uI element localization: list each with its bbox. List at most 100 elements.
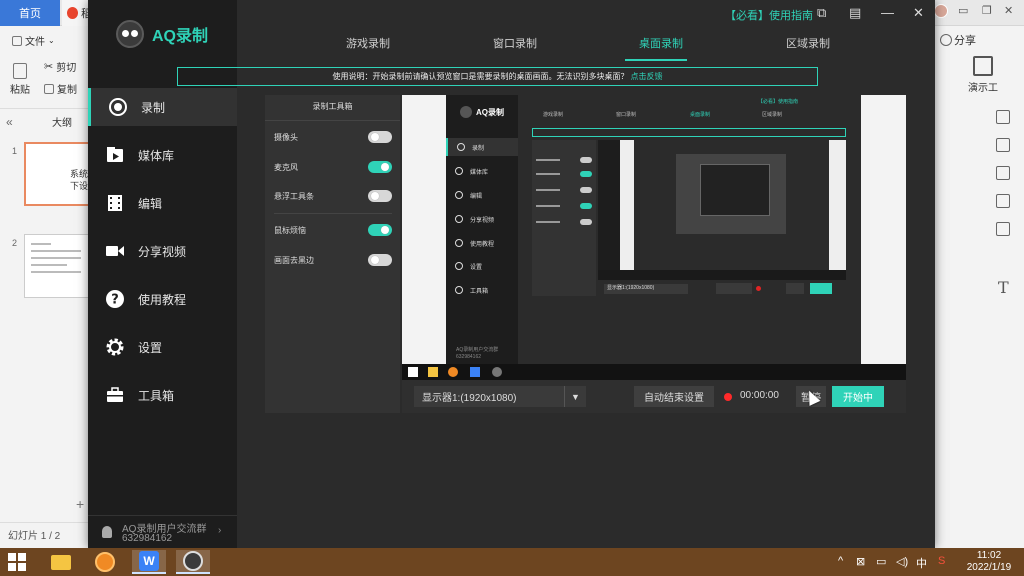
avatar[interactable]: [934, 4, 948, 18]
notice-text: 使用说明：开始录制前请确认预览窗口是需要录制的桌面画面。无法识别多块桌面？: [332, 72, 629, 81]
recording-indicator: [724, 393, 732, 401]
slide-thumbnail[interactable]: [24, 234, 94, 298]
preview-sidebar: AQ录制 录制 媒体库 编辑 分享视频 使用教程 设置 工具箱 AQ录制用户交流…: [446, 95, 518, 364]
penguin-icon: [102, 526, 112, 538]
cut-button[interactable]: ✂ 剪切: [44, 59, 76, 74]
share-button[interactable]: 分享: [940, 32, 976, 48]
toggle-row-floating-toolbar: 悬浮工具条: [274, 189, 392, 203]
auto-end-settings-button[interactable]: 自动结束设置: [634, 386, 714, 407]
aq-logo: AQ录制: [116, 20, 208, 48]
chevron-right-icon: ›: [218, 525, 222, 536]
slide-status: 幻灯片 1 / 2: [0, 522, 92, 546]
clipboard-icon: [13, 63, 27, 79]
edit-film-icon: [105, 193, 125, 213]
volume-icon[interactable]: ◁): [896, 555, 908, 568]
animation-icon[interactable]: [996, 166, 1010, 180]
menu-icon: [12, 35, 22, 46]
tab-desktop-record[interactable]: 桌面录制: [639, 35, 683, 51]
present-icon: [973, 56, 993, 76]
share-icon: [940, 34, 952, 46]
ime-indicator[interactable]: 中: [916, 555, 927, 571]
usage-notice: 使用说明：开始录制前请确认预览窗口是需要录制的桌面画面。无法识别多块桌面？ 点击…: [177, 67, 818, 86]
tile-icon[interactable]: ▭: [958, 4, 968, 17]
gear-icon: [105, 337, 125, 357]
close-icon[interactable]: ✕: [913, 5, 924, 21]
nav-label: 分享视频: [138, 244, 187, 259]
tab-area-record[interactable]: 区域录制: [786, 35, 830, 51]
external-link-icon[interactable]: ⧉: [817, 5, 826, 21]
transform-icon[interactable]: [996, 138, 1010, 152]
camera-toggle[interactable]: [368, 131, 392, 143]
collapse-panel-icon[interactable]: «: [6, 115, 13, 129]
taskbar-clock[interactable]: 11:02 2022/1/19: [960, 550, 1018, 574]
feedback-link[interactable]: 点击反馈: [631, 71, 663, 82]
restore-icon[interactable]: ❐: [982, 4, 992, 17]
active-tab-indicator: [625, 59, 687, 61]
windows-logo-icon: [8, 553, 26, 571]
toggle-label: 画面去黑边: [274, 255, 314, 265]
wps-home-tab[interactable]: 首页: [0, 0, 60, 26]
preview-logo: AQ录制: [460, 106, 504, 118]
video-camera-icon: [105, 241, 125, 261]
record-control-bar: 显示器1:(1920x1080) ▼ 自动结束设置 00:00:00 暂停 开始…: [402, 380, 906, 413]
add-slide-icon[interactable]: +: [76, 496, 84, 512]
nav-item-toolbox[interactable]: 工具箱: [88, 376, 237, 414]
feedback-icon[interactable]: ▤: [849, 5, 861, 21]
display-select[interactable]: 显示器1:(1920x1080) ▼: [414, 386, 586, 407]
recording-timer: 00:00:00: [740, 390, 779, 401]
copy-button[interactable]: 复制: [44, 81, 77, 96]
present-tool-button[interactable]: 演示工: [948, 56, 1018, 94]
tab-game-record[interactable]: 游戏录制: [346, 35, 390, 51]
present-label: 演示工: [968, 83, 998, 94]
toggle-row-mouse-effect: 鼠标烦恼: [274, 223, 392, 237]
file-menu-button[interactable]: 文件 ⌄: [12, 33, 55, 48]
aq-title-bar: 【必看】使用指南 ⧉ ▤ — ✕: [237, 0, 935, 28]
outline-label[interactable]: 大纲: [52, 114, 72, 129]
taskbar-aq-recorder[interactable]: [176, 550, 210, 574]
nav-item-tutorial[interactable]: ? 使用教程: [88, 280, 237, 318]
nav-item-edit[interactable]: 编辑: [88, 184, 237, 222]
nav-label: 编辑: [138, 196, 163, 211]
toolbox-icon: [105, 385, 125, 405]
mouse-effect-toggle[interactable]: [368, 224, 392, 236]
network-icon[interactable]: ⊠: [856, 555, 865, 568]
magic-icon[interactable]: [996, 222, 1010, 236]
toggle-label: 鼠标烦恼: [274, 225, 306, 235]
display-select-value: 显示器1:(1920x1080): [422, 393, 517, 404]
cursor-tool-icon[interactable]: [996, 110, 1010, 124]
help-icon: ?: [105, 289, 125, 309]
microphone-toggle[interactable]: [368, 161, 392, 173]
taskbar-browser[interactable]: [88, 550, 122, 574]
paste-button[interactable]: 粘贴: [10, 63, 30, 96]
nav-item-record[interactable]: 录制: [88, 88, 237, 126]
taskbar-wps[interactable]: W: [132, 550, 166, 574]
nav-label: 媒体库: [138, 148, 175, 163]
toolbox-title: 录制工具箱: [312, 102, 353, 111]
taskbar-file-explorer[interactable]: [44, 550, 78, 574]
nav-item-settings[interactable]: 设置: [88, 328, 237, 366]
wps-logo-icon: [67, 7, 78, 19]
start-button[interactable]: [0, 550, 34, 574]
floating-toolbar-toggle[interactable]: [368, 190, 392, 202]
chevron-down-icon[interactable]: ▼: [564, 386, 586, 407]
remove-black-border-toggle[interactable]: [368, 254, 392, 266]
share-label: 分享: [954, 35, 976, 47]
text-tool-icon[interactable]: T: [998, 278, 1009, 297]
desktop-preview: AQ录制 录制 媒体库 编辑 分享视频 使用教程 设置 工具箱 AQ录制用户交流…: [402, 95, 906, 380]
start-record-button[interactable]: 开始中: [832, 386, 884, 407]
battery-icon[interactable]: ▭: [876, 555, 886, 568]
user-guide-link[interactable]: 【必看】使用指南: [725, 7, 813, 23]
tab-window-record[interactable]: 窗口录制: [493, 35, 537, 51]
nav-item-share-video[interactable]: 分享视频: [88, 232, 237, 270]
nav-item-media-library[interactable]: 媒体库: [88, 136, 237, 174]
slide-thumbnail[interactable]: 系统 下设备之: [24, 142, 94, 206]
user-group-footer[interactable]: AQ录制用户交流群 632984162 ›: [88, 515, 237, 548]
sogou-icon[interactable]: S: [938, 555, 945, 567]
close-icon[interactable]: ✕: [1004, 4, 1013, 17]
slide-thumbnails: 1 系统 下设备之 2: [0, 134, 94, 514]
nav-label: 录制: [141, 100, 166, 115]
chevron-up-icon[interactable]: ^: [838, 555, 843, 567]
shape-icon[interactable]: [996, 194, 1010, 208]
media-library-icon: [105, 145, 125, 165]
minimize-icon[interactable]: —: [881, 5, 894, 20]
